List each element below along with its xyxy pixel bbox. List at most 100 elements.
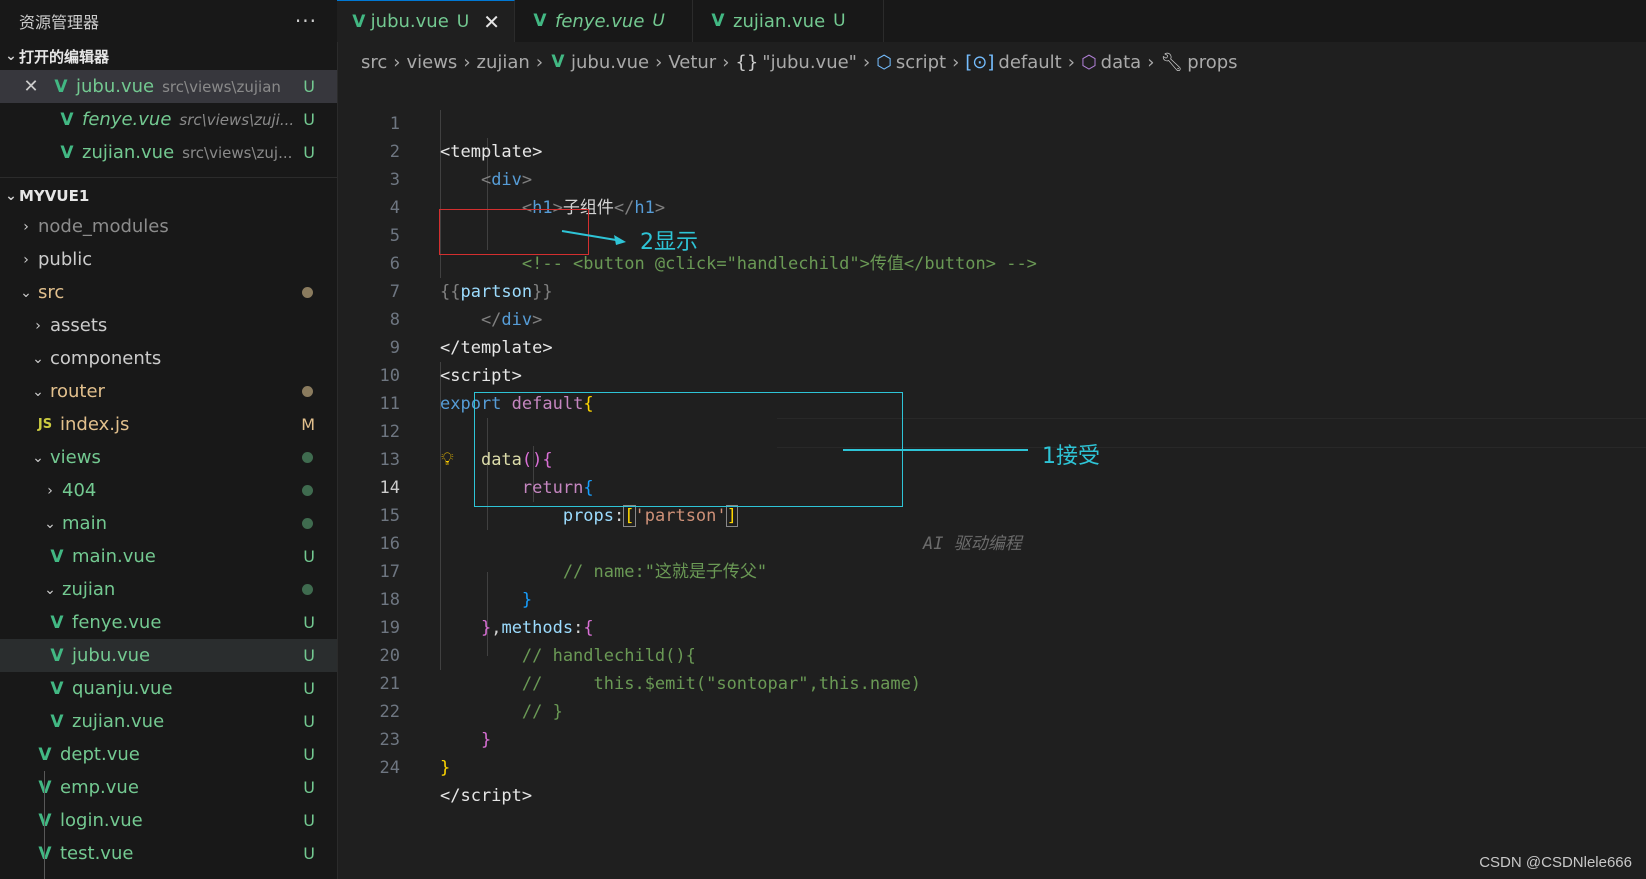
tab-zujian-vue[interactable]: V zujian.vue U <box>693 0 884 42</box>
tree-file-fenye-vue[interactable]: V fenye.vue U <box>0 606 337 639</box>
close-icon[interactable]: ✕ <box>20 76 42 97</box>
breadcrumb-item[interactable]: props <box>1187 52 1237 73</box>
chevron-right-icon: › <box>952 51 960 73</box>
breadcrumb-item[interactable]: Vetur <box>668 52 716 73</box>
breadcrumb-item[interactable]: jubu.vue <box>571 52 649 73</box>
project-header[interactable]: ⌄ MYVUE1 <box>0 182 337 210</box>
code-line: 1 <template> <box>337 82 1646 162</box>
chevron-down-icon: ⌄ <box>5 48 17 64</box>
more-actions-icon[interactable]: ··· <box>295 9 317 33</box>
chevron-right-icon: › <box>23 251 29 268</box>
vue-file-icon: V <box>50 546 64 567</box>
tree-file-quanju-vue[interactable]: V quanju.vue U <box>0 672 337 705</box>
code-line: 24 </script> <box>337 726 1646 806</box>
code-line: 22 } <box>337 670 1646 750</box>
explorer-title: 资源管理器 <box>19 13 100 32</box>
tree-folder-zujian[interactable]: ⌄ zujian <box>0 573 337 606</box>
untracked-dot-icon <box>302 584 313 595</box>
open-editor-item[interactable]: ✕ V jubu.vue src\views\zujian U <box>0 70 337 103</box>
modified-dot-icon <box>302 287 313 298</box>
vue-file-icon: V <box>533 11 547 31</box>
git-status-badge: U <box>303 745 315 764</box>
tree-folder-router[interactable]: ⌄ router <box>0 375 337 408</box>
git-status-badge: U <box>456 11 470 32</box>
vue-file-icon: V <box>34 778 56 798</box>
tree-file-dept-vue[interactable]: V dept.vue U <box>0 738 337 771</box>
chevron-right-icon: › <box>1147 51 1155 73</box>
breadcrumb: src › views › zujian › V jubu.vue › Vetu… <box>337 42 1646 82</box>
cube-icon: ⬡ <box>1080 51 1097 73</box>
file-label: jubu.vue <box>72 645 151 666</box>
chevron-down-icon: ⌄ <box>5 188 17 204</box>
tree-file-jubu-vue[interactable]: V jubu.vue U <box>0 639 337 672</box>
tree-folder-assets[interactable]: › assets <box>0 309 337 342</box>
chevron-right-icon: › <box>655 51 663 73</box>
git-status-badge: U <box>303 646 315 665</box>
chevron-right-icon: › <box>23 218 29 235</box>
tree-folder-src[interactable]: ⌄ src <box>0 276 337 309</box>
breadcrumb-item[interactable]: data <box>1101 52 1142 73</box>
open-editor-item[interactable]: V fenye.vue src\views\zuji... U <box>0 103 337 136</box>
breadcrumb-item[interactable]: "jubu.vue" <box>762 52 857 73</box>
folder-label: node_modules <box>38 216 169 237</box>
vue-file-icon: V <box>60 109 74 130</box>
git-status-badge: U <box>303 679 315 698</box>
cube-icon: ⬡ <box>876 51 892 73</box>
folder-label: src <box>38 282 65 303</box>
code-line: 23 } <box>337 698 1646 778</box>
annotation-receive-label: 1接受 <box>1042 444 1100 469</box>
file-label: login.vue <box>60 810 143 831</box>
open-editor-item[interactable]: V zujian.vue src\views\zuj... U <box>0 136 337 169</box>
file-path: src\views\zujian <box>162 77 281 96</box>
untracked-dot-icon <box>302 485 313 496</box>
tree-file-login-vue[interactable]: V login.vue U <box>0 804 337 837</box>
tab-fenye-vue[interactable]: V fenye.vue U <box>515 0 693 42</box>
breadcrumb-item[interactable]: zujian <box>477 52 530 73</box>
tree-folder-views[interactable]: ⌄ views <box>0 441 337 474</box>
code-line: 10 export default{ <box>337 334 1646 414</box>
tree-folder-components[interactable]: ⌄ components <box>0 342 337 375</box>
file-label: main.vue <box>72 546 156 567</box>
tree-folder-public[interactable]: › public <box>0 243 337 276</box>
code-line: 21 // } <box>337 642 1646 722</box>
tree-folder-main[interactable]: ⌄ main <box>0 507 337 540</box>
tree-folder-404[interactable]: › 404 <box>0 474 337 507</box>
annotation-display-label: 2显示 <box>640 230 698 255</box>
explorer-header: 资源管理器 ··· <box>0 0 337 42</box>
folder-label: main <box>62 513 107 534</box>
breadcrumb-item[interactable]: src <box>361 52 387 73</box>
code-text: </script> <box>440 786 533 806</box>
chevron-right-icon: › <box>393 51 401 73</box>
git-status-badge: U <box>303 110 315 129</box>
tree-file-zujian-vue[interactable]: V zujian.vue U <box>0 705 337 738</box>
code-line: 19 // handlechild(){ <box>337 586 1646 666</box>
breadcrumb-item[interactable]: script <box>896 52 946 73</box>
file-label: quanju.vue <box>72 678 173 699</box>
code-text: } <box>440 758 451 778</box>
chevron-down-icon: ⌄ <box>32 350 44 367</box>
chevron-down-icon: ⌄ <box>32 449 44 466</box>
vue-file-icon: V <box>711 11 725 31</box>
code-line: 3 <h1>子组件</h1> <box>337 138 1646 218</box>
close-tab-icon[interactable]: ✕ <box>483 10 500 34</box>
vue-file-icon: V <box>551 52 565 72</box>
open-editors-header[interactable]: ⌄ 打开的编辑器 <box>0 42 337 70</box>
code-line: 17 } <box>337 530 1646 610</box>
file-path: src\views\zuji... <box>179 110 295 129</box>
chevron-right-icon: › <box>862 51 871 73</box>
editor-tabs: V jubu.vue U ✕ V fenye.vue U V zujian.vu… <box>337 0 1646 42</box>
tab-jubu-vue[interactable]: V jubu.vue U ✕ <box>337 0 515 42</box>
project-title: MYVUE1 <box>19 187 90 205</box>
chevron-right-icon: › <box>722 51 730 73</box>
code-line: 9 <script> <box>337 306 1646 386</box>
lightbulb-icon[interactable]: 💡︎ <box>441 449 454 470</box>
breadcrumb-item[interactable]: views <box>406 52 457 73</box>
tree-file-main-vue[interactable]: V main.vue U <box>0 540 337 573</box>
tree-file-test-vue[interactable]: V test.vue U <box>0 837 337 870</box>
tree-file-emp-vue[interactable]: V emp.vue U <box>0 771 337 804</box>
breadcrumb-item[interactable]: default <box>998 52 1061 73</box>
vue-file-icon: V <box>352 11 366 32</box>
tree-file-index-js[interactable]: JS index.js M <box>0 408 337 441</box>
tree-folder-node_modules[interactable]: › node_modules <box>0 210 337 243</box>
vue-file-icon: V <box>38 744 52 765</box>
